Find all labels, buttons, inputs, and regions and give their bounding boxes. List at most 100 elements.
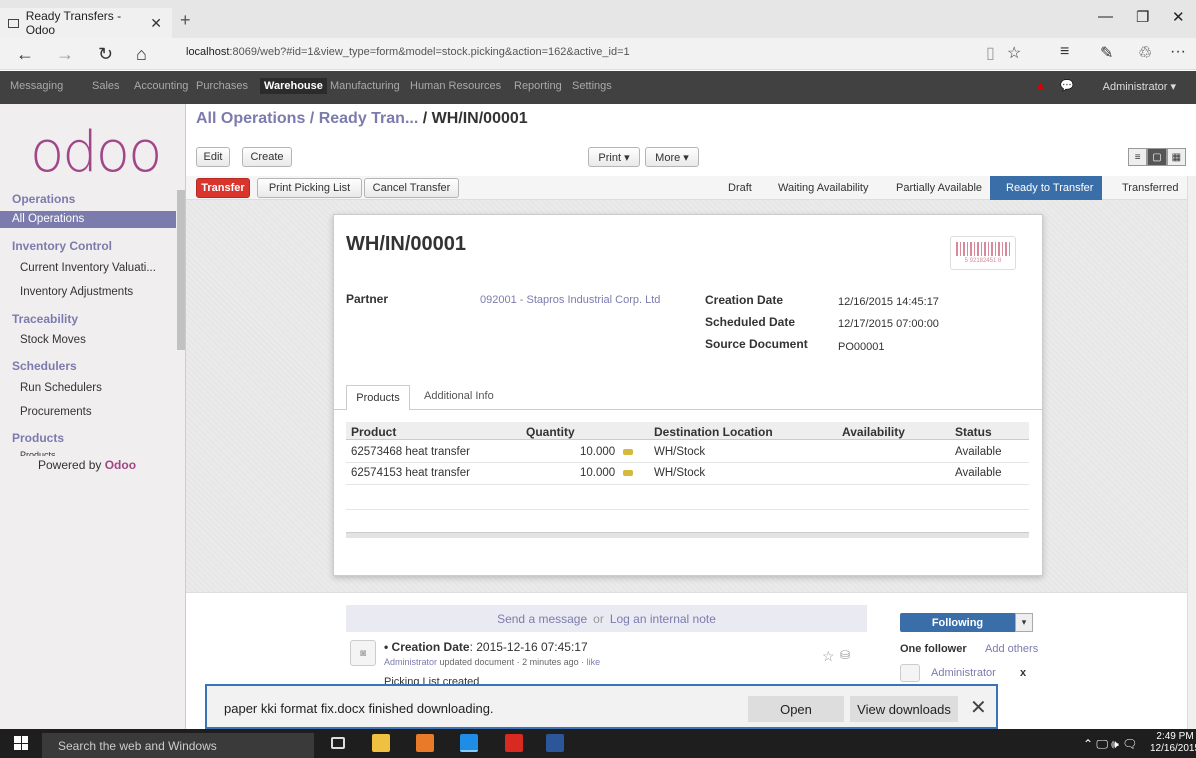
row2-product[interactable]: 62574153 heat transfer [351,467,470,479]
new-tab-button[interactable]: + [180,10,191,31]
reply-icon[interactable]: ⛁ [840,648,850,662]
minimize-icon[interactable]: — [1098,8,1113,25]
download-close-icon[interactable]: ✕ [970,695,987,720]
menu-sales[interactable]: Sales [92,80,120,92]
menu-settings[interactable]: Settings [572,80,612,92]
list-view-icon[interactable]: ≡ [1128,148,1148,166]
home-icon[interactable]: ⌂ [136,44,147,65]
hub-icon[interactable]: ≡ [1060,43,1069,61]
following-dropdown[interactable]: ▾ [1015,613,1033,632]
menu-reporting[interactable]: Reporting [514,80,562,92]
sidebar-item-inventory-adjustments[interactable]: Inventory Adjustments [20,286,133,298]
stage-partially-available[interactable]: Partially Available [880,176,990,200]
col-product[interactable]: Product [351,425,396,439]
clock[interactable]: 2:49 PM 12/16/2015 [1150,731,1196,755]
message-author[interactable]: Administrator [384,657,437,667]
menu-messaging[interactable]: Messaging [10,80,63,92]
col-availability[interactable]: Availability [842,425,905,439]
print-dropdown[interactable]: Print ▾ [588,147,640,167]
file-explorer-icon[interactable] [372,734,390,752]
print-picking-list-button[interactable]: Print Picking List [257,178,362,198]
star-icon[interactable]: ☆ [822,648,835,665]
like-link[interactable]: like [587,657,601,667]
sidebar-heading-traceability: Traceability [12,312,79,326]
row1-destination[interactable]: WH/Stock [654,446,705,458]
menu-accounting[interactable]: Accounting [134,80,188,92]
form-view-icon[interactable]: ▢ [1147,148,1167,166]
system-tray[interactable]: ⌃ 🖵 🕪 🗨 [1083,737,1137,752]
following-button[interactable]: Following [900,613,1015,632]
sidebar-scrollbar[interactable] [177,190,185,350]
refresh-icon[interactable]: ↻ [98,44,113,65]
page-scrollbar[interactable] [1187,176,1196,729]
tab-close-icon[interactable]: ✕ [150,15,162,32]
log-note-link[interactable]: Log an internal note [610,612,716,626]
task-view-icon[interactable] [331,737,345,749]
web-note-icon[interactable]: ✎ [1100,43,1113,63]
more-dropdown[interactable]: More ▾ [645,147,699,167]
col-destination[interactable]: Destination Location [654,425,773,439]
row1-product[interactable]: 62573468 heat transfer [351,446,470,458]
favorite-star-icon[interactable]: ☆ [1007,43,1021,63]
menu-warehouse[interactable]: Warehouse [260,78,327,94]
send-message-link[interactable]: Send a message [497,612,587,626]
more-icon[interactable]: ··· [1170,43,1186,61]
chat-icon[interactable]: 💬 [1060,79,1074,92]
sidebar-item-current-valuation[interactable]: Current Inventory Valuati... [20,262,156,274]
transfer-button[interactable]: Transfer [196,178,250,198]
forward-icon[interactable]: → [56,44,74,65]
add-others-link[interactable]: Add others [985,643,1038,655]
calendar-view-icon[interactable]: ▦ [1166,148,1186,166]
odoo-logo[interactable]: odoo [30,120,162,185]
cancel-transfer-button[interactable]: Cancel Transfer [364,178,459,198]
stage-ready-to-transfer[interactable]: Ready to Transfer [990,176,1102,200]
download-message: paper kki format fix.docx finished downl… [224,701,494,716]
url-field[interactable]: localhost:8069/web?#id=1&view_type=form&… [186,46,630,58]
message-title-label: • Creation Date [384,640,470,654]
window-close-icon[interactable]: ✕ [1172,8,1185,26]
row2-quantity[interactable]: 10.000 [580,467,634,479]
powered-by-brand[interactable]: Odoo [105,458,136,472]
stage-transferred[interactable]: Transferred [1106,176,1186,200]
tab-products[interactable]: Products [346,385,410,410]
tab-additional-info[interactable]: Additional Info [424,390,494,402]
sidebar-item-all-operations[interactable]: All Operations [0,211,176,228]
sidebar-item-procurements[interactable]: Procurements [20,406,92,418]
menu-purchases[interactable]: Purchases [196,80,248,92]
edge-icon[interactable] [460,734,478,752]
browser-tab[interactable]: Ready Transfers - Odoo ✕ [0,8,172,38]
sidebar-item-stock-moves[interactable]: Stock Moves [20,334,86,346]
breadcrumb-link[interactable]: All Operations / Ready Tran... [196,110,418,127]
reading-view-icon[interactable]: ▯ [986,43,995,63]
row1-quantity[interactable]: 10.000 [580,446,634,458]
sidebar-item-products[interactable]: Products [20,450,56,456]
media-app-icon[interactable] [416,734,434,752]
truck-icon[interactable] [623,470,634,476]
col-quantity[interactable]: Quantity [526,425,575,439]
restore-icon[interactable]: ❐ [1136,8,1149,26]
pdf-reader-icon[interactable] [505,734,523,752]
user-menu[interactable]: Administrator ▾ [1103,80,1176,93]
windows-start-icon[interactable] [14,736,28,750]
partner-value[interactable]: 092001 - Stapros Industrial Corp. Ltd [480,294,660,306]
back-icon[interactable]: ← [16,44,34,65]
stage-waiting-availability[interactable]: Waiting Availability [762,176,880,200]
sidebar-item-run-schedulers[interactable]: Run Schedulers [20,382,102,394]
share-icon[interactable]: ♲ [1138,43,1152,63]
alert-icon[interactable]: ▲ [1034,78,1047,93]
menu-human-resources[interactable]: Human Resources [410,80,501,92]
taskbar-search[interactable]: Search the web and Windows [42,733,314,758]
row2-destination[interactable]: WH/Stock [654,467,705,479]
download-open-button[interactable]: Open [748,696,844,722]
follower-name[interactable]: Administrator [931,667,996,679]
remove-follower-icon[interactable]: x [1020,667,1026,679]
col-status[interactable]: Status [955,425,992,439]
create-button[interactable]: Create [242,147,292,167]
view-downloads-button[interactable]: View downloads [850,696,958,722]
stage-draft[interactable]: Draft [712,176,768,200]
truck-icon[interactable] [623,449,634,455]
menu-manufacturing[interactable]: Manufacturing [330,80,400,92]
word-icon[interactable] [546,734,564,752]
tabs-underline [333,409,1043,410]
edit-button[interactable]: Edit [196,147,230,167]
